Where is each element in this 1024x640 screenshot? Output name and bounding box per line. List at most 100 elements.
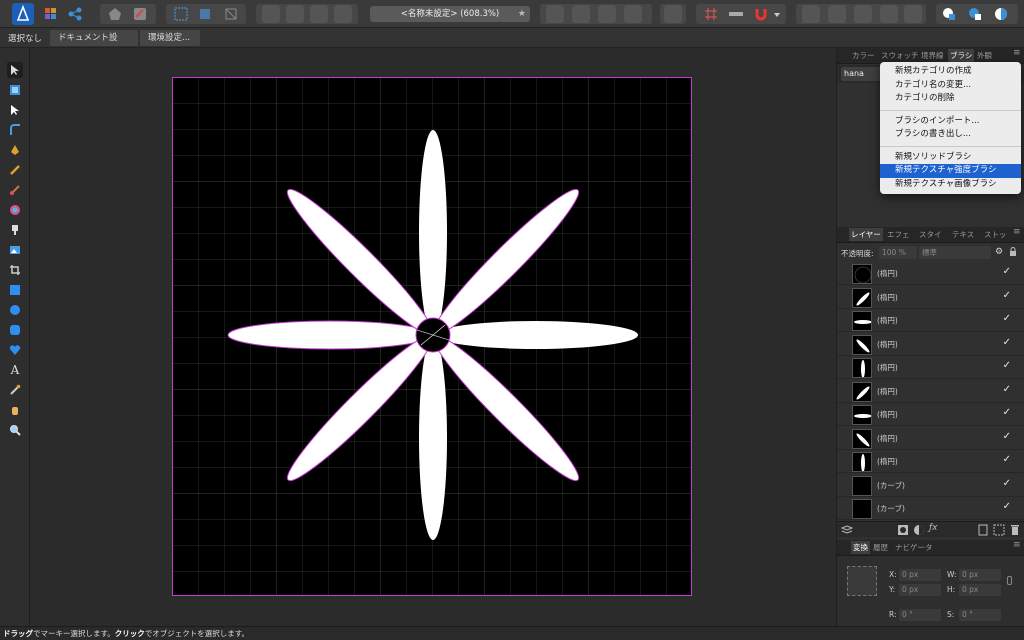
tab-brushes[interactable]: ブラシ [948,49,975,62]
assistant-icon[interactable] [131,5,149,23]
distribute-icon[interactable] [664,5,682,23]
tab-transform[interactable]: 変換 [851,541,870,554]
persona-pixel-icon[interactable] [42,5,60,23]
menu-item-new-texture-intensity-brush[interactable]: 新規テクスチャ強度ブラシ [880,164,1021,178]
boolean-xor-icon[interactable] [880,5,898,23]
y-field[interactable]: 0 px [899,584,941,596]
layer-visibility-checkbox[interactable]: ✓ [1003,454,1011,465]
arrange-backward-icon[interactable] [286,5,304,23]
arrange-forward-icon[interactable] [310,5,328,23]
magnet-icon[interactable] [752,5,770,23]
menu-item-export-brushes[interactable]: ブラシの書き出し... [880,128,1021,142]
tab-layers[interactable]: レイヤー [849,228,883,241]
document-setup-button[interactable]: ドキュメント設定... [50,30,138,59]
geometry-intersect-icon[interactable] [992,5,1010,23]
layer-visibility-checkbox[interactable]: ✓ [1003,290,1011,301]
adjustment-icon[interactable] [913,524,925,539]
transform-menu-icon[interactable]: ≡ [1013,540,1021,550]
menu-item-rename-category[interactable]: カテゴリ名の変更... [880,79,1021,93]
move-tool-icon[interactable] [7,62,23,78]
layer-row[interactable]: (楕円) ✓ [837,403,1024,426]
menu-item-new-category[interactable]: 新規カテゴリの作成 [880,65,1021,79]
tab-swatches[interactable]: スウォッチ [881,50,919,61]
menu-item-import-brushes[interactable]: ブラシのインポート... [880,115,1021,129]
x-field[interactable]: 0 px [899,569,941,581]
petal-horizontal[interactable] [434,321,638,349]
heart-shape-tool-icon[interactable] [7,342,23,358]
boolean-add-icon[interactable] [802,5,820,23]
layer-row[interactable]: (楕円) ✓ [837,380,1024,403]
snap-pixel-icon[interactable] [727,5,745,23]
opacity-field[interactable]: 100 % [879,246,917,259]
pen-tool-icon[interactable] [7,142,23,158]
petal-vertical[interactable] [419,130,447,334]
hand-tool-icon[interactable] [7,402,23,418]
ellipse-tool-icon[interactable] [7,302,23,318]
text-tool-icon[interactable]: A [7,362,23,378]
layer-row[interactable]: (楕円) ✓ [837,309,1024,332]
tab-text-styles[interactable]: テキス [952,229,974,240]
h-field[interactable]: 0 px [959,584,1001,596]
corner-tool-icon[interactable] [7,122,23,138]
align-right-icon[interactable] [598,5,616,23]
w-field[interactable]: 0 px [959,569,1001,581]
tab-color[interactable]: カラー [852,50,875,61]
add-layer-icon[interactable] [977,524,989,539]
mask-icon[interactable] [897,524,909,539]
layer-row[interactable]: (カーブ) ✓ [837,474,1024,497]
geometry-add-icon[interactable] [940,5,958,23]
blend-mode-select[interactable]: 標準 [919,246,991,259]
pencil-tool-icon[interactable] [7,162,23,178]
anchor-selector[interactable] [847,566,877,596]
transparency-tool-icon[interactable] [7,222,23,238]
layer-visibility-checkbox[interactable]: ✓ [1003,360,1011,371]
rectangle-tool-icon[interactable] [7,282,23,298]
align-left-icon[interactable] [546,5,564,23]
persona-export-icon[interactable] [66,5,84,23]
brush-tool-icon[interactable] [7,182,23,198]
chevron-down-icon[interactable] [772,5,782,23]
layers-menu-icon[interactable]: ≡ [1013,227,1021,237]
place-image-tool-icon[interactable] [7,242,23,258]
node-tool-icon[interactable] [7,102,23,118]
color-picker-tool-icon[interactable] [7,382,23,398]
layer-visibility-checkbox[interactable]: ✓ [1003,384,1011,395]
menu-item-delete-category[interactable]: カテゴリの削除 [880,92,1021,106]
layer-visibility-checkbox[interactable]: ✓ [1003,431,1011,442]
layer-row[interactable]: (楕円) ✓ [837,333,1024,356]
layer-visibility-checkbox[interactable]: ✓ [1003,337,1011,348]
fill-tool-icon[interactable] [7,202,23,218]
boolean-intersect-icon[interactable] [854,5,872,23]
layers-stack-icon[interactable] [840,524,854,539]
lock-icon[interactable] [1009,247,1016,256]
pentagon-icon[interactable] [106,5,124,23]
canvas-area[interactable] [30,48,836,626]
artboard[interactable] [172,77,692,596]
pixel-layer-icon[interactable] [993,524,1005,539]
rotation-field[interactable]: 0 ° [899,609,941,621]
layer-row[interactable]: (楕円) ✓ [837,286,1024,309]
select-all-icon[interactable] [196,5,214,23]
gear-icon[interactable]: ⚙ [995,247,1003,257]
favorite-star-icon[interactable]: ★ [518,6,526,22]
layer-visibility-checkbox[interactable]: ✓ [1003,501,1011,512]
preferences-button[interactable]: 環境設定... [140,30,200,46]
layer-visibility-checkbox[interactable]: ✓ [1003,313,1011,324]
geometry-subtract-icon[interactable] [966,5,984,23]
layer-visibility-checkbox[interactable]: ✓ [1003,266,1011,277]
link-icon[interactable] [1007,576,1012,585]
grid-icon[interactable] [702,5,720,23]
zoom-tool-icon[interactable] [7,422,23,438]
arrange-back-icon[interactable] [262,5,280,23]
panel-menu-icon[interactable]: ≡ [1013,48,1021,58]
shear-field[interactable]: 0 ° [959,609,1001,621]
transform-icon[interactable] [222,5,240,23]
layer-row[interactable]: (カーブ) ✓ [837,497,1024,520]
menu-item-new-solid-brush[interactable]: 新規ソリッドブラシ [880,151,1021,165]
tab-stroke[interactable]: 境界線 [921,50,944,61]
crop-tool-icon[interactable] [7,262,23,278]
tab-styles[interactable]: スタイ [919,229,942,240]
fx-icon[interactable]: ƒx [929,523,938,533]
select-bounds-icon[interactable] [172,5,190,23]
tab-appearance[interactable]: 外観 [977,50,992,61]
